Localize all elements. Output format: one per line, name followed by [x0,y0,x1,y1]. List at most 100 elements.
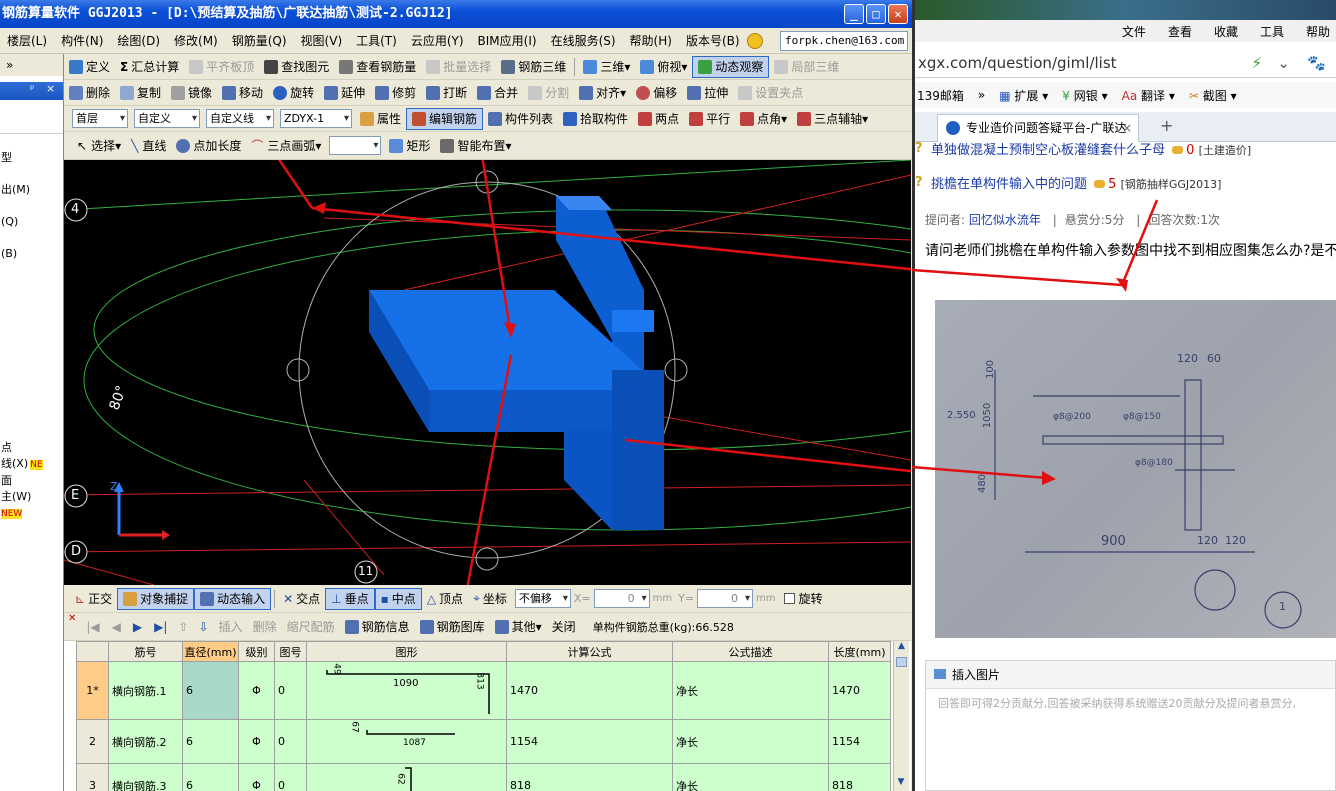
tree-item[interactable]: 面 [1,473,43,489]
select-button[interactable]: ↖ 选择 ▾ [72,135,126,157]
first-row-icon[interactable]: |◀ [86,620,99,634]
rebar-library-button[interactable]: 钢筋图库 [415,616,490,638]
perpendicular-snap[interactable]: ⊥ 垂点 [325,587,375,610]
parallel-button[interactable]: 平行 [684,108,735,130]
set-grip-button[interactable]: 设置夹点 [733,82,808,104]
properties-button[interactable]: 属性 [355,108,406,130]
browser-menu-item[interactable]: 文件 [1122,23,1146,40]
rebar-3d-button[interactable]: 钢筋三维 [496,56,571,78]
next-row-icon[interactable]: ▶ [133,620,142,634]
object-snap-toggle[interactable]: 对象捕捉 [117,587,195,610]
favorite-item[interactable]: ▦ 扩展 ▾ [999,87,1048,104]
pin-icon[interactable]: ᵖ [30,84,34,95]
stretch-button[interactable]: 拉伸 [682,82,733,104]
menu-item[interactable]: 构件(N) [54,32,110,49]
three-point-arc-button[interactable]: ⌒ 三点画弧 ▾ [246,135,326,157]
favorite-item[interactable]: Aa 翻译 ▾ [1122,87,1175,104]
menu-item[interactable]: 视图(V) [294,32,350,49]
close-button[interactable]: ✕ [888,4,908,24]
code-select[interactable]: ZDYX-1 [280,109,352,128]
chevron-right-icon[interactable]: » [978,88,985,102]
floor-select[interactable]: 首层 [72,109,128,128]
orbit-handle[interactable] [475,547,499,571]
subtype-select[interactable]: 自定义线 [206,109,274,128]
local-3d-button[interactable]: 局部三维 [769,56,844,78]
favorite-item[interactable]: ✂ 截图 ▾ [1189,87,1237,104]
offset-button[interactable]: 偏移 [631,82,682,104]
vertex-snap[interactable]: △ 顶点 [422,588,468,610]
view-rebar-qty-button[interactable]: 查看钢筋量 [334,56,421,78]
tree-item[interactable]: (Q) [1,206,63,238]
component-list-button[interactable]: 构件列表 [483,108,558,130]
edit-rebar-button[interactable]: 编辑钢筋 [406,107,484,130]
dynamic-orbit-button[interactable]: 动态观察 [692,55,770,78]
account-combo[interactable]: forpk.chen@163.com [780,31,908,51]
three-point-aux-button[interactable]: 三点辅轴 ▾ [792,108,873,130]
viewport-canvas[interactable] [64,160,911,585]
dynamic-input-toggle[interactable]: 动态输入 [194,587,272,610]
minimize-button[interactable]: _ [844,4,864,24]
point-length-button[interactable]: 点加长度 [171,135,246,157]
insert-image-bar[interactable]: 插入图片 [926,661,1335,689]
question-title[interactable]: 单独做混凝土预制空心板灌缝套什么子母 [931,143,1165,158]
menu-item[interactable]: 修改(M) [167,32,225,49]
batch-select-button[interactable]: 批量选择 [421,56,496,78]
panel-close-icon[interactable]: ✕ [68,613,76,624]
y-input[interactable]: 0 [697,589,754,608]
3d-view-button[interactable]: 三维 ▾ [578,56,635,78]
delete-row-button[interactable]: 删除 [248,616,282,638]
intersection-snap[interactable]: ✕ 交点 [278,588,325,610]
address-bar[interactable]: xgx.com/question/giml/list ⚡ ⌄ 🐾 [915,48,1336,78]
scale-rebar-button[interactable]: 缩尺配筋 [282,616,340,638]
split-button[interactable]: 分割 [523,82,574,104]
menu-item[interactable]: 版本号(B) [679,32,747,49]
point-angle-button[interactable]: 点角 ▾ [735,108,792,130]
tree-item[interactable]: 点 [1,440,43,456]
mirror-button[interactable]: 镜像 [166,82,217,104]
new-tab-icon[interactable]: + [1160,116,1173,135]
close-panel-button[interactable]: 关闭 [547,616,581,638]
menu-item[interactable]: 钢筋量(Q) [225,32,294,49]
insert-button[interactable]: 插入 [214,616,248,638]
url-text[interactable]: xgx.com/question/giml/list [918,54,1117,72]
browser-menu-item[interactable]: 查看 [1168,23,1192,40]
favorite-item[interactable]: ¥ 网银 ▾ [1062,87,1107,104]
last-row-icon[interactable]: ▶| [154,620,167,634]
left-panel-search[interactable] [0,106,63,134]
line-button[interactable]: ╲ 直线 [126,135,171,157]
maximize-button[interactable]: □ [866,4,886,24]
menu-item[interactable]: 楼层(L) [0,32,54,49]
top-view-button[interactable]: 俯视 ▾ [635,56,692,78]
smart-layout-button[interactable]: 智能布置 ▾ [435,135,516,157]
chevron-down-icon[interactable]: ⌄ [1277,48,1290,78]
pick-component-button[interactable]: 拾取构件 [558,108,633,130]
rectangle-button[interactable]: 矩形 [384,135,435,157]
two-points-button[interactable]: 两点 [633,108,684,130]
merge-button[interactable]: 合并 [472,82,523,104]
type-select[interactable]: 自定义 [134,109,200,128]
break-button[interactable]: 打断 [421,82,472,104]
orbit-handle[interactable] [664,358,688,382]
find-element-button[interactable]: 查找图元 [259,56,334,78]
align-button[interactable]: 对齐 ▾ [574,82,631,104]
menu-item[interactable]: 帮助(H) [623,32,679,49]
prev-row-icon[interactable]: ◀ [112,620,121,634]
menu-item[interactable]: BIM应用(I) [471,32,544,49]
answer-textarea[interactable]: 回答即可得2分贡献分,回答被采纳获得系统赠送20贡献分及提问者悬赏分, [926,689,1335,717]
tree-item[interactable]: 主(W) [1,489,43,505]
x-input[interactable]: 0 [593,589,650,608]
orbit-handle[interactable] [286,358,310,382]
extend-button[interactable]: 延伸 [319,82,370,104]
tree-item[interactable]: 出(M) [1,174,63,206]
favorite-item[interactable]: 139邮箱 [917,87,964,104]
browser-menu-item[interactable]: 帮助 [1306,23,1330,40]
other-menu-button[interactable]: 其他 ▾ [490,616,547,638]
move-up-icon[interactable]: ⇧ [178,620,188,634]
delete-button[interactable]: 删除 [64,82,115,104]
rebar-info-button[interactable]: 钢筋信息 [340,616,415,638]
lightning-icon[interactable]: ⚡ [1251,48,1262,78]
trim-button[interactable]: 修剪 [370,82,421,104]
midpoint-snap[interactable]: ▪ 中点 [374,587,422,610]
panel-close-icon[interactable]: × [46,82,55,95]
define-button[interactable]: 定义 [64,56,115,78]
